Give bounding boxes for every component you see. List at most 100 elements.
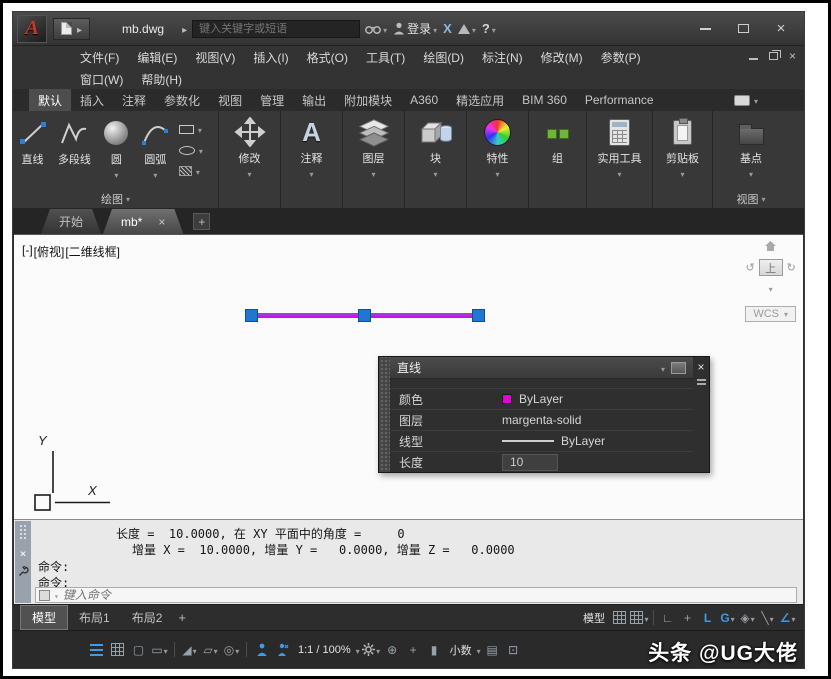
menu-draw[interactable]: 绘图(D) — [414, 49, 473, 66]
tab-close-icon[interactable] — [158, 215, 165, 229]
window-maximize-button[interactable] — [724, 18, 762, 40]
clean-screen-toggle[interactable]: ⊡ — [504, 640, 523, 660]
selection-cycling-toggle[interactable]: ▢ — [129, 640, 148, 660]
circle-tool-button[interactable]: 圆 — [97, 111, 136, 189]
drawing-canvas[interactable]: [-] [俯视] [二维线框] ↺ 上 ↻ WCS 直线 — [14, 234, 803, 519]
autocad-logo-icon[interactable]: A — [17, 15, 47, 43]
drag-grip-icon[interactable] — [19, 524, 28, 541]
polyline-tool-button[interactable]: 多段线 — [52, 111, 97, 189]
search-input[interactable] — [192, 20, 360, 38]
menu-file[interactable]: 文件(F) — [71, 49, 128, 66]
new-document-icon[interactable] — [61, 22, 72, 35]
clipboard-button[interactable]: 剪贴板 — [653, 111, 712, 189]
flyout-arrow-icon[interactable] — [77, 20, 82, 38]
dynamic-ucs-toggle[interactable]: ▱ — [201, 640, 220, 660]
chevron-down-icon[interactable] — [54, 588, 59, 602]
a360-button[interactable] — [458, 22, 476, 36]
ribbon-tab-insert[interactable]: 插入 — [71, 89, 113, 111]
add-scales-button[interactable]: + — [404, 640, 423, 660]
sign-in-button[interactable]: 登录 — [393, 20, 437, 37]
wrench-icon[interactable] — [18, 566, 29, 580]
file-tab-start[interactable]: 开始 — [41, 209, 101, 234]
ribbon-tab-featured-apps[interactable]: 精选应用 — [447, 89, 513, 111]
line-tool-button[interactable]: 直线 — [13, 111, 52, 189]
menu-parametric[interactable]: 参数(P) — [592, 49, 650, 66]
binoculars-search-icon[interactable] — [365, 22, 387, 36]
ribbon-tab-parametric[interactable]: 参数化 — [155, 89, 209, 111]
object-snap-toggle[interactable]: ∠ — [778, 608, 797, 628]
ribbon-tab-annotate[interactable]: 注释 — [113, 89, 155, 111]
exchange-apps-button[interactable]: X — [443, 21, 452, 36]
selection-filter-toggle[interactable]: ◎ — [222, 640, 241, 660]
ribbon-tab-a360[interactable]: A360 — [401, 89, 447, 111]
infer-constraints-toggle[interactable]: ∟ — [658, 608, 677, 628]
snap-mode-toggle[interactable] — [630, 608, 649, 628]
layout-tab-layout2[interactable]: 布局2 — [121, 606, 174, 629]
rotate-cw-icon[interactable]: ↻ — [787, 261, 796, 274]
layout-tab-model[interactable]: 模型 — [20, 605, 68, 630]
menu-view[interactable]: 视图(V) — [186, 49, 244, 66]
viewport-visualstyle-control[interactable]: [二维线框] — [65, 243, 120, 260]
block-button[interactable]: 块 — [405, 111, 466, 189]
ribbon-tab-view[interactable]: 视图 — [209, 89, 251, 111]
grip-midpoint[interactable] — [358, 309, 371, 322]
workspace-folder-button[interactable]: ▭ — [150, 640, 169, 660]
properties-button[interactable]: 特性 — [467, 111, 528, 189]
modify-button[interactable]: 修改 — [219, 111, 280, 189]
new-layout-button[interactable]: + — [178, 610, 186, 625]
doc-minimize-button[interactable] — [749, 58, 758, 60]
menu-format[interactable]: 格式(O) — [298, 49, 357, 66]
ribbon-display-options[interactable] — [734, 89, 758, 111]
panel-label-view[interactable]: 视图 — [713, 191, 789, 207]
close-icon[interactable] — [20, 547, 27, 560]
options-menu-icon[interactable] — [697, 379, 706, 387]
rectangle-tool-button[interactable] — [179, 120, 214, 138]
menu-insert[interactable]: 插入(I) — [244, 49, 297, 66]
annotation-monitor-toggle[interactable]: ⊕ — [383, 640, 402, 660]
help-button[interactable]: ? — [482, 21, 496, 36]
arc-tool-button[interactable]: 圆弧 — [136, 111, 175, 189]
layers-button[interactable]: 图层 — [343, 111, 404, 189]
window-close-button[interactable] — [762, 18, 800, 40]
panel-drag-grip[interactable] — [379, 357, 390, 472]
viewcube-home-icon[interactable] — [765, 238, 776, 256]
quick-properties-toggle[interactable]: ▤ — [483, 640, 502, 660]
chevron-down-icon[interactable] — [769, 279, 773, 297]
annotation-button[interactable]: A 注释 — [281, 111, 342, 189]
layout-tab-layout1[interactable]: 布局1 — [68, 606, 121, 629]
ribbon-tab-manage[interactable]: 管理 — [251, 89, 293, 111]
property-value[interactable]: ByLayer — [561, 434, 605, 448]
viewcube-top-face[interactable]: 上 — [759, 259, 783, 276]
menu-window[interactable]: 窗口(W) — [71, 71, 132, 88]
grip-endpoint-left[interactable] — [245, 309, 258, 322]
window-minimize-button[interactable] — [686, 18, 724, 40]
utilities-button[interactable]: 实用工具 — [587, 111, 652, 189]
annotation-visibility-toggle[interactable] — [252, 640, 271, 660]
annotation-scale-button[interactable]: 1:1 / 100% — [294, 640, 360, 660]
polar-tracking-toggle[interactable]: G — [718, 608, 737, 628]
isometric-drafting-toggle[interactable]: ◈ — [738, 608, 757, 628]
3dosnap-toggle[interactable]: ◢ — [180, 640, 199, 660]
property-value[interactable]: margenta-solid — [502, 413, 581, 427]
isolate-objects-toggle[interactable]: ▮ — [425, 640, 444, 660]
menu-modify[interactable]: 修改(M) — [532, 49, 592, 66]
ribbon-tab-performance[interactable]: Performance — [576, 89, 663, 111]
hatch-tool-button[interactable] — [179, 162, 214, 180]
panel-label-draw[interactable]: 绘图 — [13, 191, 218, 207]
rotate-ccw-icon[interactable]: ↺ — [745, 261, 754, 274]
length-value-field[interactable]: 10 — [502, 454, 558, 471]
transparency-toggle[interactable] — [108, 640, 127, 660]
ribbon-tab-home[interactable]: 默认 — [29, 89, 71, 111]
lineweight-toggle[interactable] — [87, 640, 106, 660]
ucs-icon[interactable]: Y X — [30, 431, 125, 519]
workspace-switching-button[interactable] — [362, 640, 381, 660]
menu-edit[interactable]: 编辑(E) — [128, 49, 186, 66]
units-button[interactable]: 小数 — [446, 640, 481, 660]
grid-display-toggle[interactable] — [610, 608, 629, 628]
menu-tools[interactable]: 工具(T) — [357, 49, 414, 66]
viewport-minimize-control[interactable]: [-] — [22, 243, 33, 260]
flyout-arrow-icon[interactable] — [182, 20, 187, 38]
ribbon-tab-addins[interactable]: 附加模块 — [335, 89, 401, 111]
ortho-mode-toggle[interactable]: L — [698, 608, 717, 628]
command-input[interactable] — [63, 588, 793, 602]
